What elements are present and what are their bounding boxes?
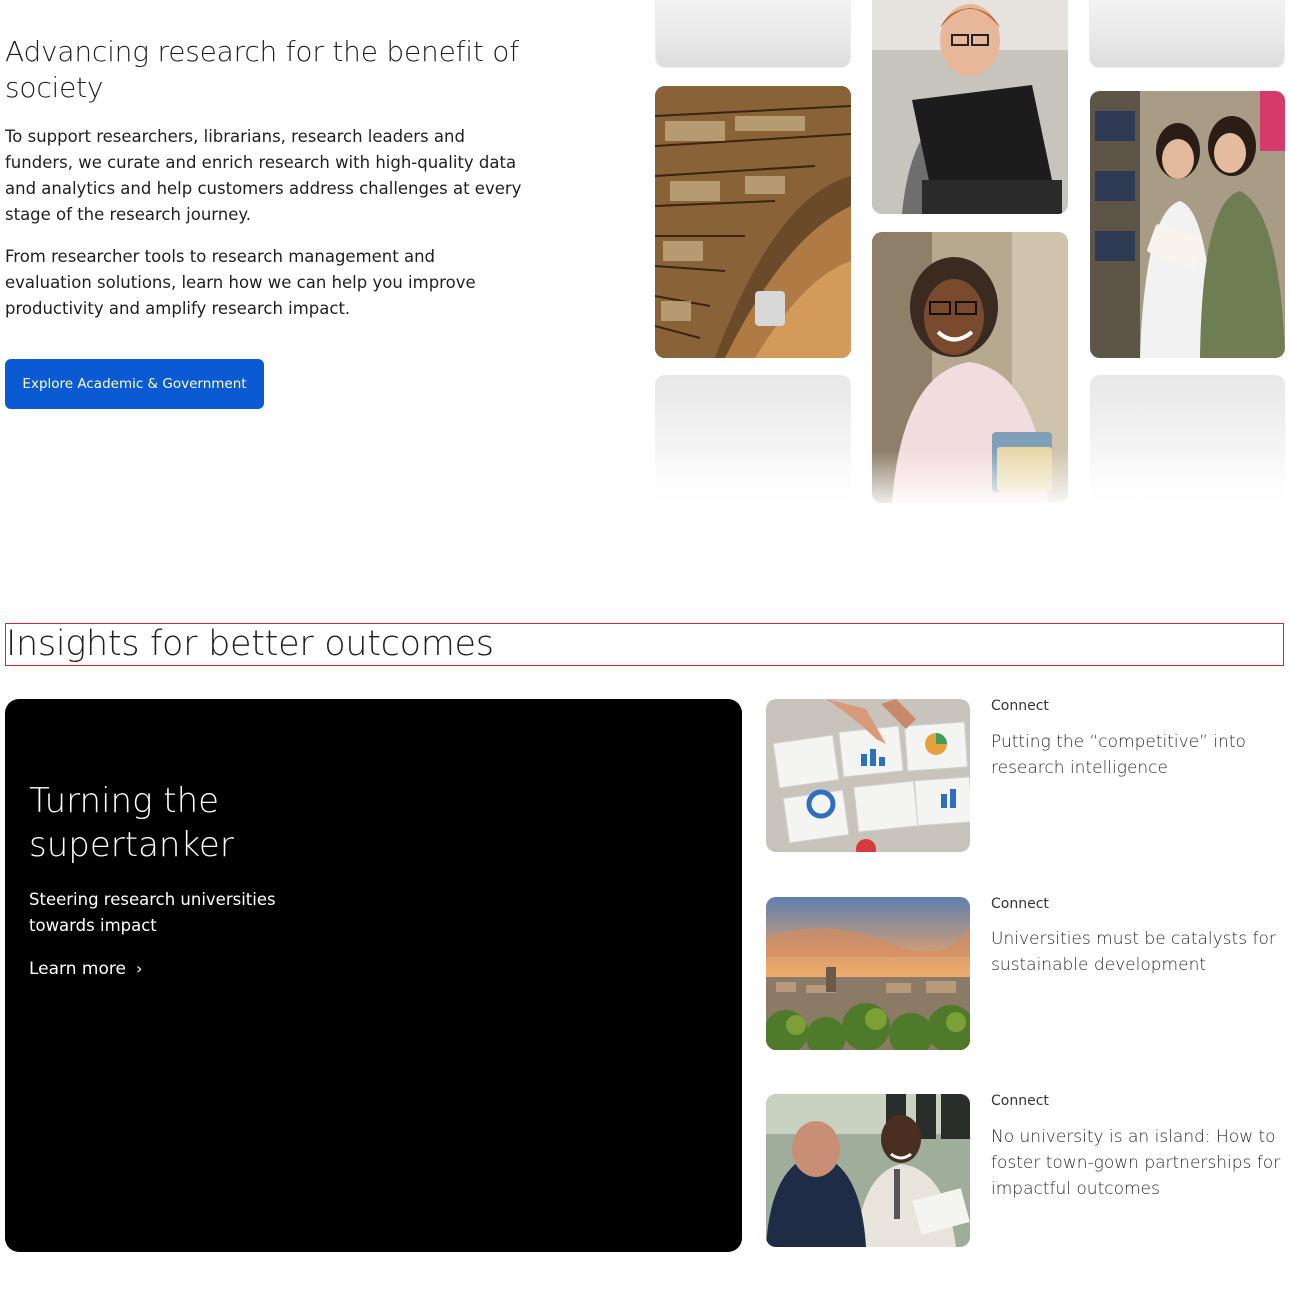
article-title-link[interactable]: Putting the “competitive” into research … bbox=[991, 729, 1286, 781]
chevron-right-icon: › bbox=[135, 959, 143, 978]
insights-section-title: Insights for better outcomes bbox=[5, 623, 1284, 666]
article-tag: Connect bbox=[991, 698, 1049, 714]
featured-insight-card[interactable]: Turning the supertanker Steering researc… bbox=[5, 699, 742, 1252]
article-title-link[interactable]: No university is an island: How to foste… bbox=[991, 1124, 1286, 1202]
students-reading-library-image bbox=[1090, 91, 1285, 358]
library-bookshelves-image bbox=[655, 86, 851, 358]
hero-paragraph-1: To support researchers, librarians, rese… bbox=[5, 127, 522, 224]
learn-more-link[interactable]: Learn more › bbox=[29, 959, 142, 979]
student-laptop-image bbox=[872, 0, 1068, 214]
featured-insight-title: Turning the supertanker bbox=[29, 781, 234, 865]
article-thumbnail-meeting[interactable] bbox=[766, 1094, 970, 1247]
article-thumbnail-city-sunset[interactable] bbox=[766, 897, 970, 1050]
hero-title: Advancing research for the benefit of so… bbox=[5, 35, 519, 104]
learn-more-label: Learn more bbox=[29, 959, 126, 979]
hero-text-block: Advancing research for the benefit of so… bbox=[5, 34, 525, 338]
mosaic-fade bbox=[650, 450, 1290, 512]
article-title-link[interactable]: Universities must be catalysts for susta… bbox=[991, 926, 1286, 978]
featured-insight-subtitle: Steering research universities towards i… bbox=[29, 890, 276, 935]
article-thumbnail-analytics[interactable] bbox=[766, 699, 970, 852]
placeholder-tile bbox=[655, 0, 851, 68]
article-tag: Connect bbox=[991, 1093, 1049, 1109]
placeholder-tile bbox=[1089, 0, 1285, 68]
explore-academic-government-button[interactable]: Explore Academic & Government bbox=[5, 359, 264, 409]
article-tag: Connect bbox=[991, 896, 1049, 912]
hero-paragraph-2: From researcher tools to research manage… bbox=[5, 247, 476, 318]
